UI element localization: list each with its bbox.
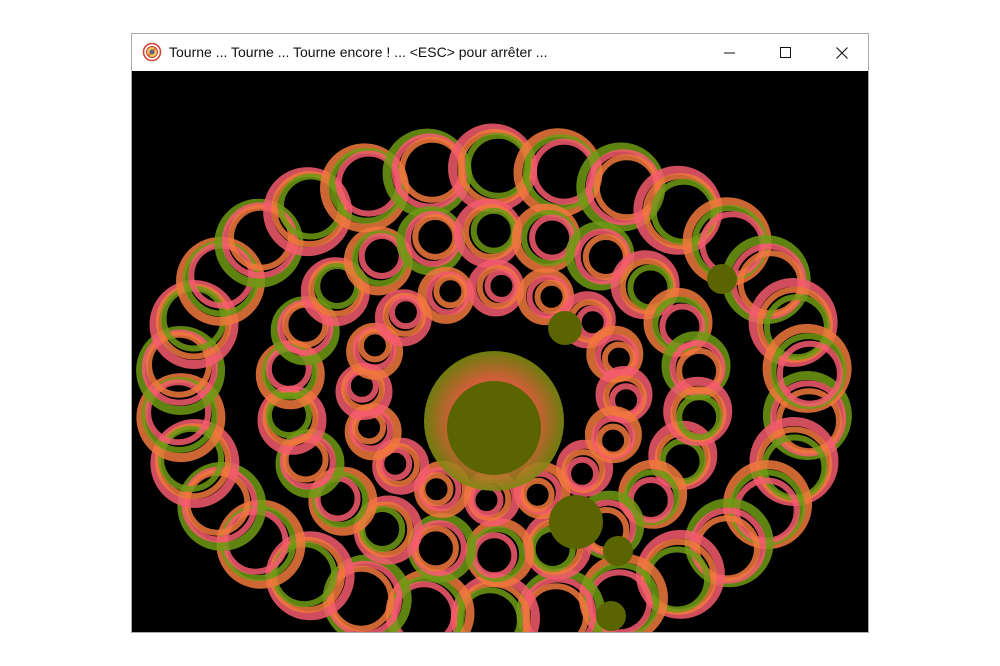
window-title: Tourne ... Tourne ... Tourne encore ! ..… — [169, 44, 548, 60]
close-button[interactable] — [814, 34, 870, 71]
minimize-button[interactable] — [702, 34, 758, 71]
swirl-circle — [484, 268, 519, 303]
swirl-circle — [565, 456, 600, 491]
swirl-circle — [419, 472, 454, 507]
maximize-icon — [780, 46, 791, 58]
swirl-circle — [388, 295, 423, 330]
drawing-canvas[interactable] — [132, 71, 868, 632]
swirl-circle — [358, 233, 405, 279]
swirl-circle — [520, 477, 555, 512]
spiral-drawing — [136, 123, 852, 632]
olive-dot-center — [447, 381, 541, 475]
swirl-circle — [596, 423, 631, 458]
title-bar[interactable]: Tourne ... Tourne ... Tourne encore ! ..… — [132, 34, 868, 71]
olive-dot — [603, 536, 633, 566]
olive-dot — [548, 311, 582, 345]
swirl-circle — [470, 207, 517, 254]
app-window: Tourne ... Tourne ... Tourne encore ! ..… — [131, 33, 869, 633]
olive-dot — [707, 264, 737, 294]
swirl-circle — [471, 532, 518, 579]
minimize-icon — [724, 52, 735, 53]
python-turtle-icon — [142, 42, 162, 62]
swirl-circle — [412, 214, 459, 260]
swirl-circle — [433, 274, 468, 309]
close-icon — [836, 46, 848, 59]
olive-dot — [549, 495, 603, 549]
maximize-button[interactable] — [758, 34, 814, 71]
olive-dot — [596, 601, 626, 631]
swirl-circle — [534, 279, 569, 314]
